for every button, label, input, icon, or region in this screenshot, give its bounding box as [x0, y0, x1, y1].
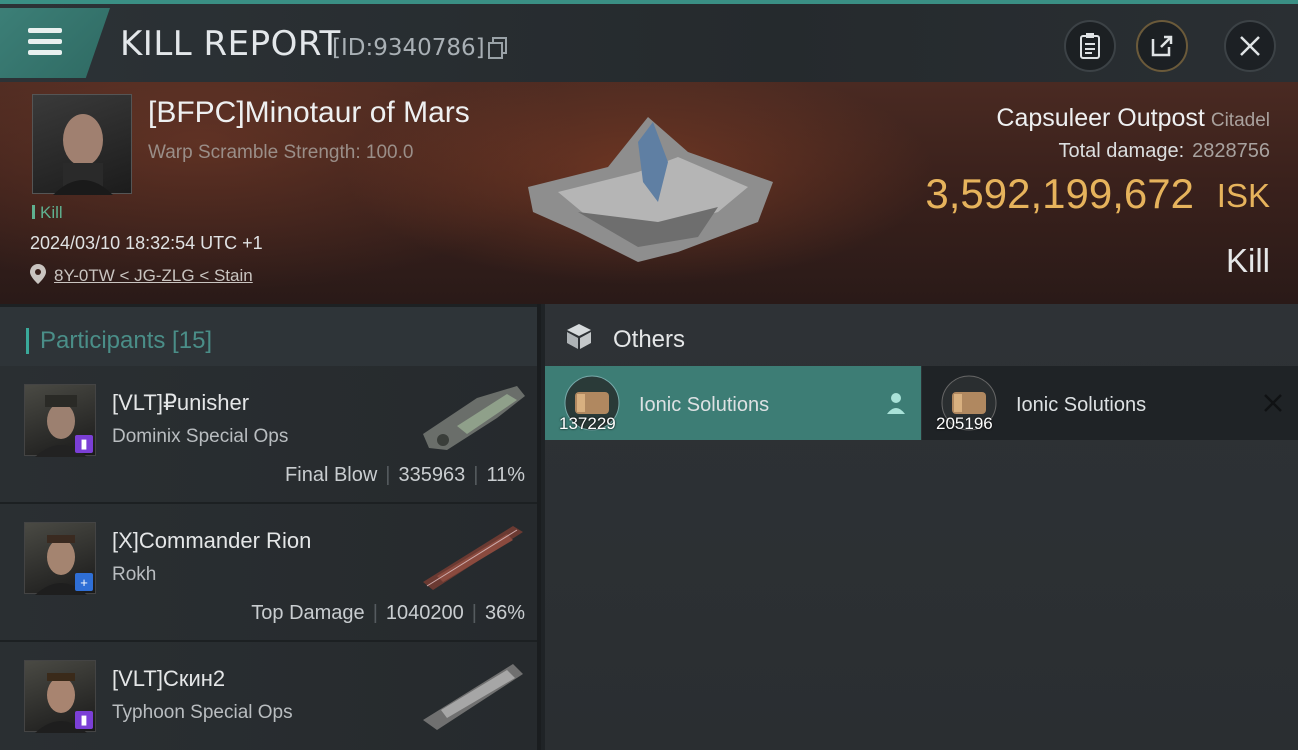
kill-datetime: 2024/03/10 18:32:54 UTC +1 [30, 233, 263, 253]
isk-value: 3,592,199,672 [925, 170, 1194, 217]
loot-item[interactable]: 137229 Ionic Solutions [545, 366, 921, 440]
participant-damage: 335963 [398, 464, 466, 486]
participants-title: Participants [15] [40, 327, 213, 354]
menu-icon [28, 28, 62, 56]
report-id: [ID:9340786] [332, 35, 485, 61]
person-icon[interactable] [885, 392, 907, 414]
loot-item[interactable]: 205196 Ionic Solutions [922, 366, 1298, 440]
close-button[interactable] [1224, 20, 1276, 72]
participant-name: [VLT]₽unisher [112, 390, 250, 415]
participant-row[interactable]: ▮ [VLT]₽unisher Dominix Special Ops Fina… [0, 366, 537, 504]
kill-report-window: KILL REPORT [ID:9340786] [BFPC]Minotaur … [0, 0, 1300, 750]
role-badge-icon: ▮ [75, 711, 93, 729]
structure-image [528, 117, 773, 262]
participant-percent: 36% [484, 602, 525, 624]
close-icon [1240, 36, 1260, 56]
copy-icon[interactable] [488, 37, 508, 59]
avatar: ▮ [24, 660, 96, 733]
menu-button[interactable] [0, 8, 110, 78]
page-title: KILL REPORT [120, 24, 341, 64]
item-name: Ionic Solutions [639, 394, 770, 416]
participant-stats: Top Damage | 1040200 | 36% [251, 602, 525, 624]
cargo-box-icon [567, 324, 591, 349]
others-title: Others [613, 326, 686, 353]
location-pin-icon [30, 264, 46, 284]
victim-subtitle: Warp Scramble Strength: 100.0 [148, 142, 414, 163]
item-quantity: 137229 [559, 414, 616, 433]
victim-banner: [BFPC]Minotaur of Mars Warp Scramble Str… [0, 82, 1300, 304]
total-damage-value: 2828756 [1192, 140, 1270, 162]
avatar: + [24, 522, 96, 595]
participant-name: [VLT]Скин2 [112, 666, 226, 691]
item-name: Ionic Solutions [1016, 394, 1147, 416]
clipboard-button[interactable] [1064, 20, 1116, 72]
isk-unit: ISK [1216, 177, 1270, 214]
ship-image [423, 526, 523, 590]
participants-header[interactable]: Participants [15] [0, 304, 537, 366]
share-icon [1151, 35, 1173, 57]
ship-image [423, 386, 525, 450]
others-panel: Others 137229 Ionic Solutions 205196 Ion [545, 304, 1300, 750]
role-badge-icon: ▮ [75, 435, 93, 453]
participant-name: [X]Commander Rion [112, 528, 312, 553]
clipboard-icon [1080, 33, 1100, 59]
participant-ship: Typhoon Special Ops [112, 702, 293, 723]
role-badge-icon: + [75, 573, 93, 591]
participant-stats: Final Blow | 335963 | 11% [285, 464, 525, 486]
avatar: ▮ [24, 384, 96, 457]
participant-ship: Rokh [112, 564, 157, 585]
target-class: Citadel [1210, 110, 1270, 131]
item-quantity: 205196 [936, 414, 993, 433]
participant-row[interactable]: + [X]Commander Rion Rokh Top Damage | 1040… [0, 504, 537, 642]
participant-ship: Dominix Special Ops [112, 426, 289, 447]
participant-damage: 1040200 [385, 602, 464, 624]
participant-percent: 11% [486, 464, 525, 486]
top-bar: KILL REPORT [ID:9340786] [0, 0, 1300, 82]
total-damage: Total damage: 2828756 [1058, 140, 1270, 162]
victim-portrait[interactable] [32, 94, 132, 195]
close-icon[interactable] [1262, 392, 1284, 414]
location-link[interactable]: 8Y-0TW < JG-ZLG < Stain [54, 266, 253, 286]
kill-tag: Kill [32, 203, 63, 223]
victim-name[interactable]: [BFPC]Minotaur of Mars [148, 96, 470, 130]
others-header: Others [545, 304, 1300, 366]
participant-tag: Final Blow [285, 464, 378, 486]
target-name[interactable]: Capsuleer Outpost Citadel [996, 104, 1270, 133]
participant-tag: Top Damage [251, 602, 365, 624]
result-label: Kill [1225, 242, 1270, 279]
share-button[interactable] [1136, 20, 1188, 72]
portrait-image [53, 114, 113, 195]
ship-image [423, 664, 523, 730]
participant-row[interactable]: ▮ [VLT]Скин2 Typhoon Special Ops [0, 642, 537, 750]
participants-panel: Participants [15] ▮ [VLT]₽unisher Domini… [0, 304, 541, 750]
